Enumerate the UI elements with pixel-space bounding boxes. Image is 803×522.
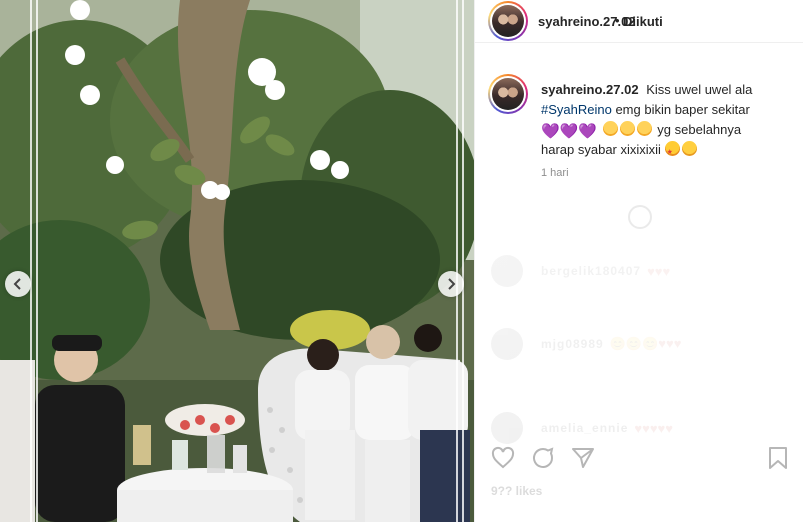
comment-text: ♥♥♥♥♥ (634, 420, 673, 436)
grin-emoji (681, 141, 697, 156)
comment-avatar[interactable] (491, 412, 523, 444)
hashtag-link[interactable]: #SyahReino (541, 102, 612, 117)
comment-text: ♥♥♥ (647, 263, 671, 279)
next-button[interactable] (438, 271, 464, 297)
post-side-panel: syahreino.27.02 • Diikuti syahreino.27.0… (474, 0, 803, 522)
post-caption: syahreino.27.02 Kiss uwel uwel ala #Syah… (541, 80, 796, 163)
previous-button[interactable] (5, 271, 31, 297)
separator-dot: • (615, 13, 620, 28)
comment-row: mjg08989 😊😊😊♥♥♥ (491, 328, 681, 360)
comment-avatar[interactable] (491, 255, 523, 287)
caption-username[interactable]: syahreino.27.02 (541, 82, 639, 97)
comment-username[interactable]: amelia_ennie (541, 421, 628, 435)
smile-emoji (636, 121, 652, 136)
bookmark-icon[interactable] (767, 446, 789, 470)
heart-icon[interactable] (491, 446, 515, 470)
load-more-icon[interactable] (628, 205, 652, 229)
caption-avatar[interactable] (488, 74, 528, 114)
frame-line (462, 0, 464, 522)
header-username[interactable]: syahreino.27.02 (538, 14, 636, 29)
avatar[interactable] (488, 1, 528, 41)
garden-photo (0, 0, 474, 522)
comment-row: amelia_ennie ♥♥♥♥♥ (491, 412, 673, 444)
post-time[interactable]: 1 hari (541, 167, 569, 179)
caption-text: yg sebelahnya (657, 122, 742, 137)
caption-text: emg bikin baper sekitar (615, 102, 750, 117)
chevron-left-icon (13, 278, 21, 290)
caption-text: Kiss uwel uwel ala (646, 82, 753, 97)
comment-text: 😊😊😊♥♥♥ (609, 336, 682, 351)
smile-emoji (619, 121, 635, 136)
follow-status-button[interactable]: Diikuti (623, 14, 663, 29)
smile-emoji (602, 121, 618, 136)
frame-line (456, 0, 458, 522)
chevron-right-icon (448, 278, 456, 290)
frame-line (36, 0, 38, 522)
post-actions (475, 442, 803, 482)
purple-heart-emoji: 💜💜💜 (541, 123, 598, 140)
comment-username[interactable]: mjg08989 (541, 337, 604, 351)
frame-line (30, 0, 32, 522)
caption-text: harap syabar xixixixii (541, 142, 661, 157)
comment-username[interactable]: bergelik180407 (541, 264, 641, 278)
post-media (0, 0, 474, 522)
post-header: syahreino.27.02 • Diikuti (475, 0, 803, 43)
comment-row: bergelik180407 ♥♥♥ (491, 255, 670, 287)
comment-avatar[interactable] (491, 328, 523, 360)
share-icon[interactable] (571, 446, 595, 470)
comment-icon[interactable] (531, 446, 555, 470)
star-struck-emoji (664, 141, 680, 163)
likes-count[interactable]: 9?? likes (491, 484, 542, 498)
